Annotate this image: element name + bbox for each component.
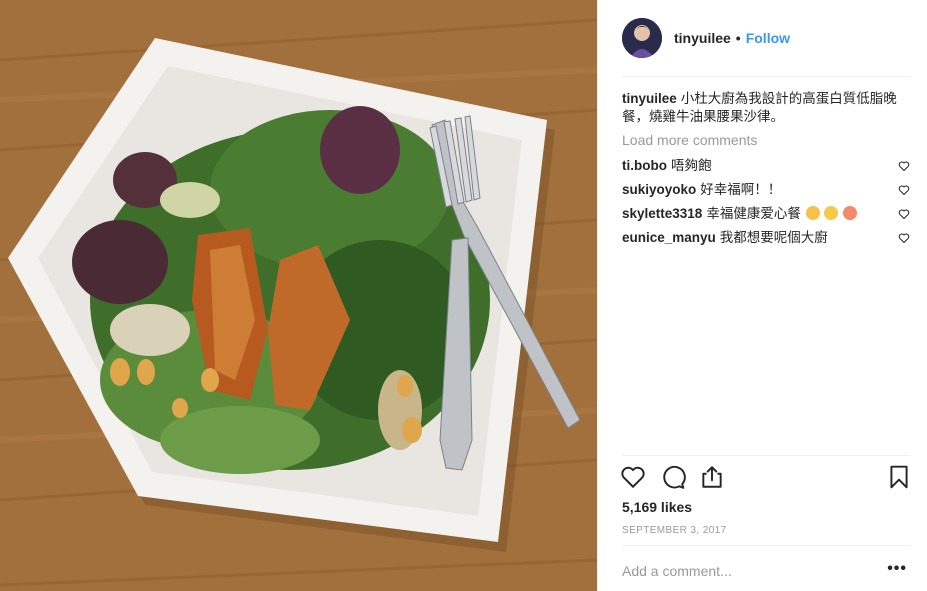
comment-text: 我都想要呢個大廚 — [719, 230, 828, 245]
likes-count[interactable]: 5,169 likes — [622, 499, 692, 515]
comment-item: ti.bobo 唔夠飽 — [622, 157, 912, 181]
comments-list: ti.bobo 唔夠飽 sukiyoyoko 好幸福啊！！ skylette3318… — [622, 157, 912, 253]
post-actions — [620, 464, 912, 492]
separator-dot: • — [735, 30, 741, 46]
comment-text: 唔夠飽 — [670, 158, 712, 173]
post-date[interactable]: SEPTEMBER 3, 2017 — [622, 525, 727, 536]
caption-username[interactable]: tinyuilee — [622, 91, 677, 106]
comment-divider — [622, 545, 910, 546]
more-icon[interactable]: ••• — [887, 560, 907, 578]
post-header: tinyuilee • Follow — [622, 16, 910, 60]
comment-like-heart-icon[interactable] — [898, 232, 910, 244]
comment-username[interactable]: sukiyoyoko — [622, 182, 696, 197]
comment-username[interactable]: skylette3318 — [622, 206, 702, 221]
comment-icon[interactable] — [660, 464, 686, 490]
header-divider — [622, 76, 910, 77]
comment-text: 幸福健康爱心餐 — [706, 206, 801, 221]
comment-text: 好幸福啊！！ — [700, 182, 782, 197]
thumbs-up-emoji-icon — [805, 206, 820, 220]
bookmark-icon[interactable] — [886, 464, 912, 490]
share-icon[interactable] — [699, 464, 725, 490]
avatar[interactable] — [622, 18, 662, 58]
comment-item: eunice_manyu 我都想要呢個大廚 — [622, 229, 912, 253]
comment-item: skylette3318 幸福健康爱心餐 — [622, 205, 912, 229]
comment-like-heart-icon[interactable] — [898, 160, 910, 172]
follow-button[interactable]: Follow — [746, 30, 790, 46]
comment-username[interactable]: eunice_manyu — [622, 230, 716, 245]
heart-icon[interactable] — [620, 464, 646, 490]
header-username[interactable]: tinyuilee — [674, 30, 731, 46]
load-more-comments-link[interactable]: Load more comments — [622, 132, 757, 148]
comment-like-heart-icon[interactable] — [898, 184, 910, 196]
yum-face-emoji-icon — [824, 206, 839, 220]
salad-image — [0, 0, 597, 591]
kiss-face-emoji-icon — [843, 206, 858, 220]
comment-item: sukiyoyoko 好幸福啊！！ — [622, 181, 912, 205]
avatar-image — [622, 18, 662, 58]
post-caption: tinyuilee 小杜大廚為我設計的高蛋白質低脂晚餐，燒雞牛油果腰果沙律。 — [622, 90, 912, 126]
post-photo[interactable] — [0, 0, 597, 591]
instagram-post: tinyuilee • Follow tinyuilee 小杜大廚為我設計的高蛋白… — [0, 0, 927, 591]
post-side-panel: tinyuilee • Follow tinyuilee 小杜大廚為我設計的高蛋白… — [597, 0, 927, 591]
actions-divider — [622, 455, 910, 456]
comment-username[interactable]: ti.bobo — [622, 158, 667, 173]
comment-like-heart-icon[interactable] — [898, 208, 910, 220]
add-comment-input[interactable]: Add a comment... — [622, 563, 862, 579]
